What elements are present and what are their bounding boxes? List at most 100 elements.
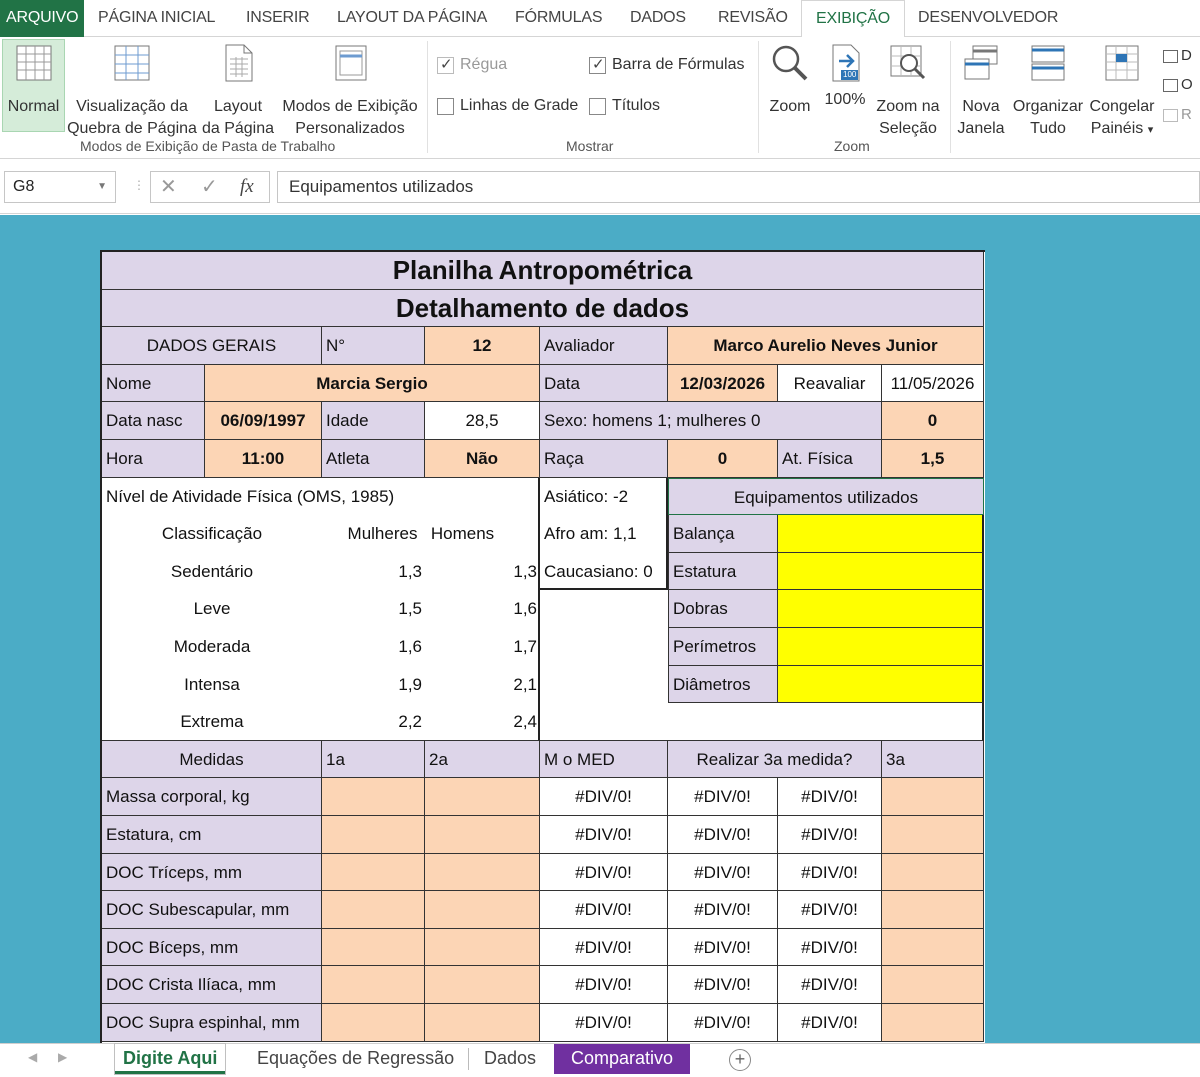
medida-3a-input[interactable]	[882, 778, 984, 816]
zoom-selection-button[interactable]: Zoom na Seleção	[872, 43, 944, 140]
realizar-header[interactable]: Realizar 3a medida?	[668, 740, 882, 779]
idade-label[interactable]: Idade	[322, 402, 425, 440]
equipamento-label[interactable]: Dobras	[668, 590, 778, 628]
equipamento-input[interactable]	[778, 590, 984, 628]
medida-3a-input[interactable]	[882, 853, 984, 892]
raca-value[interactable]: 0	[668, 440, 778, 478]
add-sheet-button[interactable]: +	[729, 1049, 751, 1071]
medida-label[interactable]: Massa corporal, kg	[102, 778, 322, 816]
nivel-mulheres[interactable]: 1,5	[322, 590, 425, 628]
medida-realizar-1[interactable]: #DIV/0!	[668, 1004, 778, 1042]
nivel-homens[interactable]: 1,7	[425, 628, 540, 666]
primeira-header[interactable]: 1a	[322, 740, 425, 779]
medida-2a-input[interactable]	[425, 816, 540, 854]
medida-media[interactable]: #DIV/0!	[540, 853, 668, 892]
data-nasc-value[interactable]: 06/09/1997	[205, 402, 322, 440]
equipamento-label[interactable]: Estatura	[668, 552, 778, 591]
medida-media[interactable]: #DIV/0!	[540, 816, 668, 854]
medida-2a-input[interactable]	[425, 853, 540, 892]
medida-2a-input[interactable]	[425, 1004, 540, 1042]
medida-1a-input[interactable]	[322, 853, 425, 892]
numero-label[interactable]: N°	[322, 327, 425, 365]
medida-3a-input[interactable]	[882, 966, 984, 1004]
tab-revisao[interactable]: REVISÃO	[718, 0, 788, 37]
raca-option[interactable]: Afro am: 1,1	[540, 515, 668, 553]
sheet-tab-digite-aqui[interactable]: Digite Aqui	[115, 1044, 226, 1074]
medida-1a-input[interactable]	[322, 1004, 425, 1042]
data-label[interactable]: Data	[540, 364, 668, 403]
medida-media[interactable]: #DIV/0!	[540, 1004, 668, 1042]
custom-views-button[interactable]: Modos de Exibição Personalizados	[278, 43, 422, 140]
equipamento-input[interactable]	[778, 665, 984, 704]
sexo-label[interactable]: Sexo: homens 1; mulheres 0	[540, 402, 882, 440]
arrange-all-button[interactable]: Organizar Tudo	[1010, 43, 1086, 140]
data-value[interactable]: 12/03/2026	[668, 364, 778, 403]
tab-arquivo[interactable]: ARQUIVO	[0, 0, 85, 37]
medida-realizar-2[interactable]: #DIV/0!	[778, 1004, 882, 1042]
medida-realizar-2[interactable]: #DIV/0!	[778, 778, 882, 816]
tab-dados[interactable]: DADOS	[630, 0, 686, 37]
medida-1a-input[interactable]	[322, 928, 425, 967]
empty-cell[interactable]	[540, 590, 668, 741]
medida-realizar-2[interactable]: #DIV/0!	[778, 853, 882, 892]
nivel-classe[interactable]: Extrema	[102, 703, 322, 741]
equipamentos-header[interactable]: Equipamentos utilizados	[668, 477, 984, 516]
nivel-homens[interactable]: 1,3	[425, 553, 540, 591]
medida-label[interactable]: DOC Crista Ilíaca, mm	[102, 966, 322, 1004]
nivel-homens[interactable]: 1,6	[425, 590, 540, 628]
hora-label[interactable]: Hora	[102, 440, 205, 478]
at-fisica-label[interactable]: At. Física	[778, 440, 882, 478]
tab-exibicao[interactable]: EXIBIÇÃO	[801, 0, 905, 38]
medida-3a-input[interactable]	[882, 928, 984, 967]
medidas-header[interactable]: Medidas	[102, 740, 322, 779]
ruler-checkbox[interactable]: ✓ Régua	[437, 56, 507, 74]
medida-label[interactable]: DOC Tríceps, mm	[102, 853, 322, 892]
nivel-homens[interactable]: 2,1	[425, 666, 540, 704]
scroll-left-icon[interactable]: ◀	[28, 1050, 37, 1064]
equipamento-label[interactable]: Diâmetros	[668, 665, 778, 704]
nivel-classe[interactable]: Intensa	[102, 666, 322, 704]
raca-option[interactable]: Caucasiano: 0	[540, 553, 668, 591]
idade-value[interactable]: 28,5	[425, 402, 540, 440]
reavaliar-value[interactable]: 11/05/2026	[882, 364, 984, 403]
medida-2a-input[interactable]	[425, 891, 540, 929]
medida-media[interactable]: #DIV/0!	[540, 966, 668, 1004]
medida-realizar-1[interactable]: #DIV/0!	[668, 816, 778, 854]
name-box[interactable]: G8 ▼	[4, 171, 116, 203]
medida-3a-input[interactable]	[882, 816, 984, 854]
medida-realizar-1[interactable]: #DIV/0!	[668, 966, 778, 1004]
at-fisica-value[interactable]: 1,5	[882, 440, 984, 478]
page-layout-button[interactable]: Layout da Página	[200, 43, 276, 140]
tab-desenvolvedor[interactable]: DESENVOLVEDOR	[918, 0, 1058, 37]
dados-gerais-header[interactable]: DADOS GERAIS	[102, 327, 322, 365]
enter-icon[interactable]: ✓	[201, 172, 218, 202]
nivel-classe[interactable]: Moderada	[102, 628, 322, 666]
atleta-label[interactable]: Atleta	[322, 440, 425, 478]
medida-label[interactable]: Estatura, cm	[102, 816, 322, 854]
chevron-down-icon[interactable]: ▼	[97, 172, 107, 202]
worksheet-area[interactable]: Planilha Antropométrica Detalhamento de d…	[0, 215, 1200, 1043]
medida-1a-input[interactable]	[322, 816, 425, 854]
equipamento-input[interactable]	[778, 515, 984, 553]
medida-3a-input[interactable]	[882, 1004, 984, 1042]
medida-3a-input[interactable]	[882, 891, 984, 929]
medida-realizar-2[interactable]: #DIV/0!	[778, 891, 882, 929]
cancel-icon[interactable]: ✕	[160, 172, 177, 202]
medida-label[interactable]: DOC Supra espinhal, mm	[102, 1004, 322, 1042]
freeze-panes-button[interactable]: Congelar Painéis ▾	[1086, 43, 1158, 141]
empty-cell[interactable]	[668, 703, 984, 741]
equipamento-label[interactable]: Balança	[668, 515, 778, 553]
gridlines-checkbox[interactable]: Linhas de Grade	[437, 97, 578, 115]
sexo-value[interactable]: 0	[882, 402, 984, 440]
tab-layout-da-pagina[interactable]: LAYOUT DA PÁGINA	[337, 0, 487, 37]
classificacao-header[interactable]: Classificação	[102, 515, 322, 553]
formula-input[interactable]: Equipamentos utilizados	[277, 171, 1200, 203]
page-break-preview-button[interactable]: Visualização da Quebra de Página	[66, 43, 198, 140]
title-detalhamento[interactable]: Detalhamento de dados	[102, 289, 984, 328]
avaliador-label[interactable]: Avaliador	[540, 327, 668, 365]
insert-function-icon[interactable]: fx	[240, 172, 254, 202]
medida-2a-input[interactable]	[425, 966, 540, 1004]
nivel-mulheres[interactable]: 2,2	[322, 703, 425, 741]
nivel-classe[interactable]: Sedentário	[102, 553, 322, 591]
tab-formulas[interactable]: FÓRMULAS	[515, 0, 603, 37]
